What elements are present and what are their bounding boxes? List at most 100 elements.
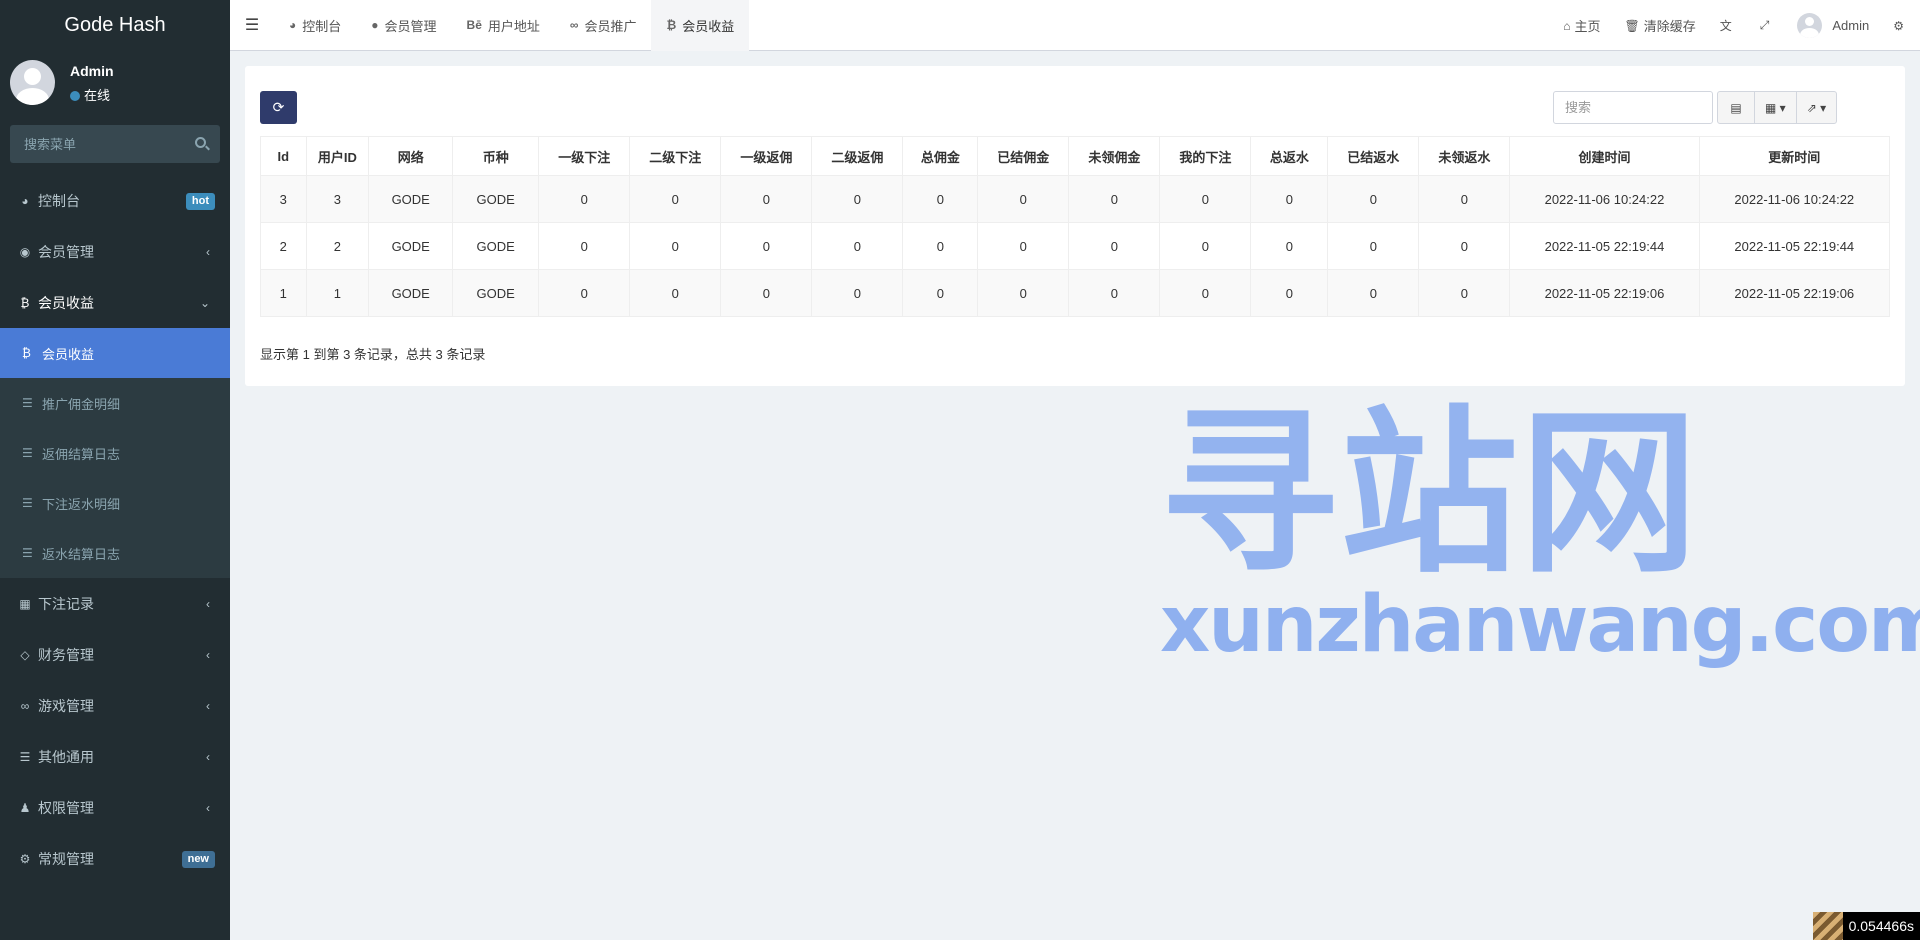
table-cell: 0 xyxy=(1159,175,1252,223)
table-cell: GODE xyxy=(368,222,454,270)
chevron-left-icon: ‹ xyxy=(206,698,210,713)
search-icon[interactable] xyxy=(195,137,206,148)
chevron-down-icon: ⌄ xyxy=(199,295,210,310)
column-header[interactable]: 已结佣金 xyxy=(977,136,1070,176)
table-cell: 0 xyxy=(720,269,813,317)
table-cell: 0 xyxy=(811,269,904,317)
table-row[interactable]: 3 3 GODE GODE 0 0 0 0 0 0 0 0 0 0 0 2022-11-06 10:24:22… xyxy=(260,175,1891,223)
tab-dashboard[interactable]: ◕ 控制台 xyxy=(274,0,356,51)
tab-members[interactable]: ● 会员管理 xyxy=(356,0,451,51)
language-icon: 文 xyxy=(1719,19,1732,33)
column-header[interactable]: 二级下注 xyxy=(629,136,722,176)
sidebar-item-permissions[interactable]: ♟ 权限管理 ‹ xyxy=(0,782,230,833)
toggle-view-button[interactable]: ▤ xyxy=(1717,91,1755,124)
column-header[interactable]: 更新时间 xyxy=(1698,136,1891,176)
brand-logo[interactable]: Gode Hash xyxy=(0,0,230,51)
column-header[interactable]: Id xyxy=(260,136,307,176)
list-icon: ☰ xyxy=(22,396,33,410)
gamepad-icon: ∞ xyxy=(20,698,30,713)
table-cell: GODE xyxy=(452,222,540,270)
column-header[interactable]: 总返水 xyxy=(1250,136,1329,176)
card-view-icon: ▤ xyxy=(1730,100,1742,115)
bitcoin-icon: ₿ xyxy=(666,18,677,32)
table-cell: 0 xyxy=(1418,269,1511,317)
dashboard-icon: ◕ xyxy=(289,18,297,32)
table-row[interactable]: 2 2 GODE GODE 0 0 0 0 0 0 0 0 0 0 0 2022-11-05 22:19:44… xyxy=(260,222,1891,270)
table-cell: 0 xyxy=(1327,222,1420,270)
refresh-button[interactable]: ⟳ xyxy=(260,91,297,124)
table-cell: 2022-11-05 22:19:06 xyxy=(1698,269,1891,317)
column-header[interactable]: 网络 xyxy=(368,136,454,176)
sidebar-item-finance[interactable]: ◇ 财务管理 ‹ xyxy=(0,629,230,680)
column-header[interactable]: 用户ID xyxy=(305,136,370,176)
table-cell: 0 xyxy=(720,175,813,223)
tab-member-promotion[interactable]: ∞ 会员推广 xyxy=(555,0,652,51)
list-icon: ☰ xyxy=(22,446,33,460)
table-cell: 2022-11-06 10:24:22 xyxy=(1698,175,1891,223)
sidebar-menu: ◕ 控制台 hot ◉ 会员管理 ‹ ₿ 会员收益 ⌄ ₿ 会员收益 ☰ 推广佣… xyxy=(0,175,230,884)
columns-button[interactable]: ▦ ▾ xyxy=(1754,91,1797,124)
fullscreen-button[interactable]: ⤢ xyxy=(1748,0,1786,51)
users-icon: ♟ xyxy=(19,800,31,815)
column-header[interactable]: 总佣金 xyxy=(902,136,979,176)
column-header[interactable]: 币种 xyxy=(452,136,540,176)
sidebar-item-other[interactable]: ☰ 其他通用 ‹ xyxy=(0,731,230,782)
home-link[interactable]: ⌂ 主页 xyxy=(1551,0,1612,51)
sidebar-item-dashboard[interactable]: ◕ 控制台 hot xyxy=(0,175,230,226)
hot-badge: hot xyxy=(185,193,215,210)
sidebar-item-games[interactable]: ∞ 游戏管理 ‹ xyxy=(0,680,230,731)
column-header[interactable]: 我的下注 xyxy=(1159,136,1252,176)
user-circle-icon: ◉ xyxy=(19,244,31,259)
table-cell: 0 xyxy=(902,222,979,270)
debug-timer[interactable]: 0.054466s xyxy=(1812,912,1920,940)
tab-member-earnings[interactable]: ₿ 会员收益 xyxy=(651,0,750,51)
table-cell: 1 xyxy=(305,269,370,317)
sidebar-subitem-rebate-detail[interactable]: ☰ 下注返水明细 xyxy=(0,478,230,528)
data-table: Id 用户ID 网络 币种 一级下注 二级下注 一级返佣 二级返佣 总佣金 已结佣金 未领佣金 我的下… xyxy=(260,136,1891,317)
avatar xyxy=(10,60,55,105)
clear-cache-button[interactable]: 🗑 清除缓存 xyxy=(1613,0,1708,51)
bitcoin-icon: ₿ xyxy=(22,346,31,360)
table-cell: 0 xyxy=(977,269,1070,317)
list-icon: ☰ xyxy=(19,749,31,764)
sidebar-subitem-earnings[interactable]: ₿ 会员收益 xyxy=(0,328,230,378)
table-cell: 0 xyxy=(811,222,904,270)
column-header[interactable]: 未领返水 xyxy=(1418,136,1511,176)
sidebar-item-members[interactable]: ◉ 会员管理 ‹ xyxy=(0,226,230,277)
user-name: Admin xyxy=(70,63,114,79)
settings-button[interactable]: ⚙ xyxy=(1881,0,1920,51)
sidebar-item-general[interactable]: ⚙ 常规管理 new xyxy=(0,833,230,884)
sidebar-item-earnings[interactable]: ₿ 会员收益 ⌄ xyxy=(0,277,230,328)
tab-user-address[interactable]: Bē 用户地址 xyxy=(452,0,555,51)
refresh-icon: ⟳ xyxy=(272,99,285,115)
sidebar-item-bets[interactable]: ▦ 下注记录 ‹ xyxy=(0,578,230,629)
table-cell: 2022-11-05 22:19:06 xyxy=(1509,269,1700,317)
user-menu[interactable]: Admin xyxy=(1785,0,1881,51)
dashboard-icon: ◕ xyxy=(21,193,29,208)
chevron-left-icon: ‹ xyxy=(206,749,210,764)
columns-icon: ▦ ▾ xyxy=(1765,100,1786,115)
column-header[interactable]: 一级返佣 xyxy=(720,136,813,176)
sidebar-subitem-commission-log[interactable]: ☰ 返佣结算日志 xyxy=(0,428,230,478)
sidebar-subitem-commission-detail[interactable]: ☰ 推广佣金明细 xyxy=(0,378,230,428)
column-header[interactable]: 一级下注 xyxy=(538,136,631,176)
table-cell: 2022-11-06 10:24:22 xyxy=(1509,175,1700,223)
column-header[interactable]: 未领佣金 xyxy=(1068,136,1161,176)
table-row[interactable]: 1 1 GODE GODE 0 0 0 0 0 0 0 0 0 0 0 2022-11-05 22:19:06… xyxy=(260,269,1891,317)
table-cell: 0 xyxy=(1068,175,1161,223)
watermark-en: xunzhanwang.com xyxy=(1160,580,1920,670)
fullscreen-icon: ⤢ xyxy=(1759,18,1770,32)
sidebar-subitem-rebate-log[interactable]: ☰ 返水结算日志 xyxy=(0,528,230,578)
export-button[interactable]: ⇗ ▾ xyxy=(1795,91,1838,124)
table-cell: GODE xyxy=(452,175,540,223)
column-header[interactable]: 创建时间 xyxy=(1509,136,1700,176)
column-header[interactable]: 二级返佣 xyxy=(811,136,904,176)
behance-icon: Bē xyxy=(466,18,482,32)
table-cell: 3 xyxy=(305,175,370,223)
language-button[interactable]: 文 xyxy=(1708,0,1748,51)
diamond-icon: ◇ xyxy=(20,647,30,662)
column-header[interactable]: 已结返水 xyxy=(1327,136,1420,176)
table-search-input[interactable] xyxy=(1553,91,1713,124)
sidebar-search-input[interactable] xyxy=(10,125,180,163)
menu-toggle-icon[interactable]: ☰ xyxy=(230,0,274,51)
